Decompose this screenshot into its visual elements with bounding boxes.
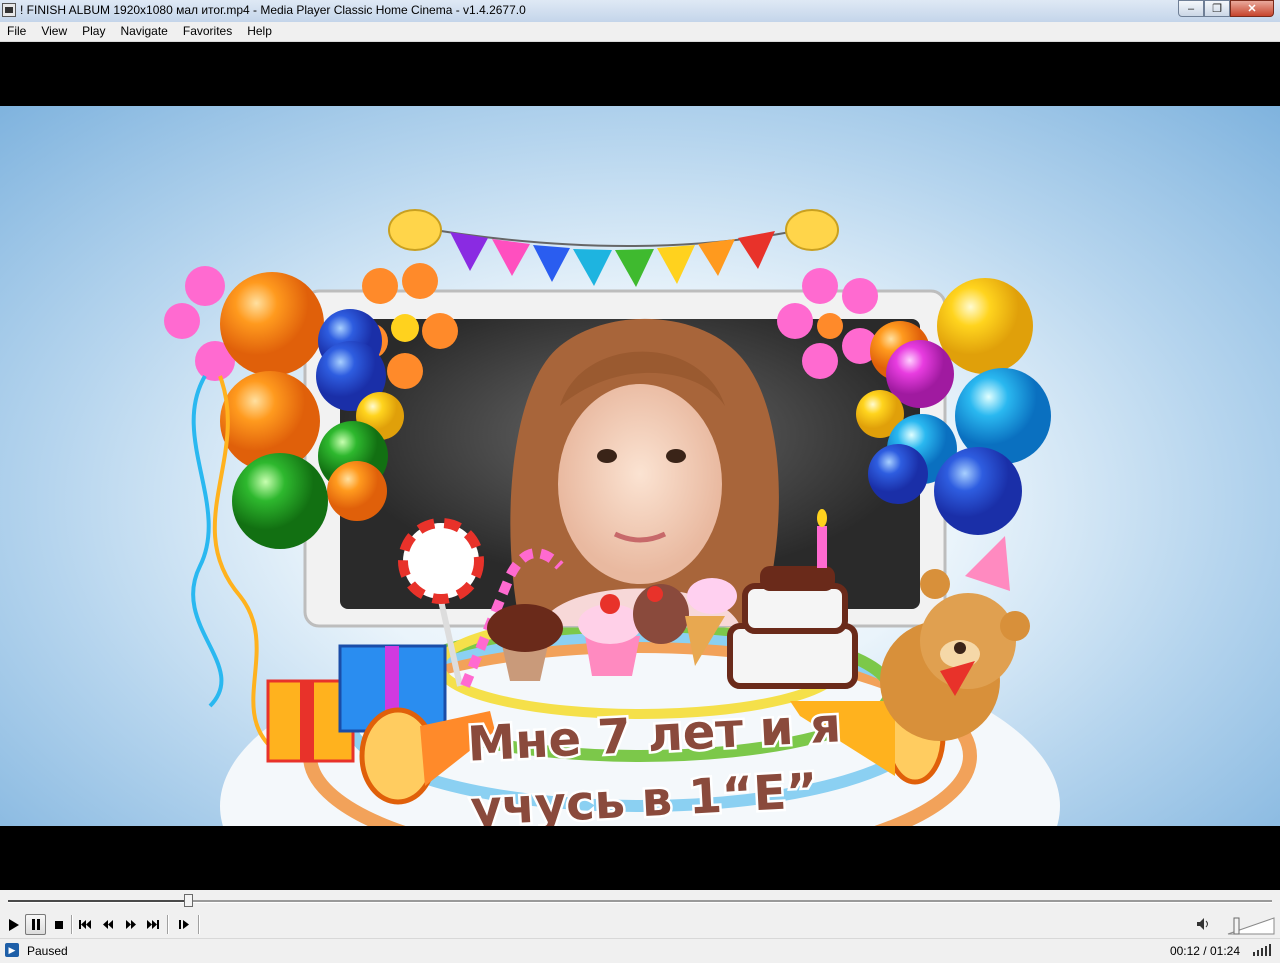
skip-next-icon xyxy=(146,920,159,929)
volume-button[interactable] xyxy=(1196,917,1210,931)
fast-forward-icon xyxy=(125,920,136,929)
title-bar[interactable]: ! FINISH ALBUM 1920x1080 мал итог.mp4 - … xyxy=(0,0,1280,23)
fast-forward-button[interactable] xyxy=(120,914,141,935)
player-status-icon: ▶ xyxy=(5,943,19,957)
close-button[interactable]: ✕ xyxy=(1230,0,1274,17)
rewind-button[interactable] xyxy=(97,914,118,935)
menu-play[interactable]: Play xyxy=(75,22,113,41)
maximize-button[interactable]: ❐ xyxy=(1204,0,1230,17)
play-button[interactable] xyxy=(3,914,24,935)
window-controls: ‒ ❐ ✕ xyxy=(1178,0,1274,18)
seek-bar[interactable] xyxy=(0,890,1280,911)
app-icon[interactable] xyxy=(2,3,16,17)
pause-button[interactable] xyxy=(25,914,46,935)
frame-step-icon xyxy=(179,920,189,929)
separator xyxy=(198,915,200,934)
time-display[interactable]: 00:12 / 01:24 xyxy=(1170,944,1240,958)
window-title: ! FINISH ALBUM 1920x1080 мал итог.mp4 - … xyxy=(20,3,526,17)
previous-button[interactable] xyxy=(74,914,95,935)
menu-help[interactable]: Help xyxy=(240,22,280,41)
close-icon: ✕ xyxy=(1247,3,1257,15)
signal-icon xyxy=(1253,944,1271,956)
skip-previous-icon xyxy=(78,920,91,929)
menu-bar: File View Play Navigate Favorites Help xyxy=(0,22,1280,42)
pause-icon xyxy=(31,919,40,930)
video-frame: Мне 7 лет и я учусь в 1“Е” xyxy=(0,106,1280,826)
menu-favorites[interactable]: Favorites xyxy=(176,22,240,41)
status-bar: ▶ Paused 00:12 / 01:24 xyxy=(0,938,1280,963)
seek-track[interactable] xyxy=(8,900,1272,903)
minimize-icon: ‒ xyxy=(1187,2,1195,15)
next-button[interactable] xyxy=(142,914,163,935)
video-artwork: Мне 7 лет и я учусь в 1“Е” xyxy=(164,209,1060,826)
maximize-icon: ❐ xyxy=(1212,3,1222,15)
status-text: Paused xyxy=(27,944,68,958)
menu-view[interactable]: View xyxy=(34,22,75,41)
control-bar xyxy=(0,911,1280,938)
minimize-button[interactable]: ‒ xyxy=(1178,0,1204,17)
stop-icon xyxy=(54,920,63,929)
seek-progress xyxy=(8,900,189,902)
seek-thumb[interactable] xyxy=(183,894,193,907)
menu-file[interactable]: File xyxy=(0,22,34,41)
frame-step-button[interactable] xyxy=(174,914,195,935)
video-area[interactable]: Мне 7 лет и я учусь в 1“Е” xyxy=(0,42,1280,890)
volume-thumb[interactable] xyxy=(1233,917,1240,935)
stop-button[interactable] xyxy=(48,914,69,935)
play-icon xyxy=(8,918,19,931)
speaker-icon xyxy=(1197,918,1208,930)
separator xyxy=(71,915,73,934)
menu-navigate[interactable]: Navigate xyxy=(113,22,175,41)
volume-slider[interactable] xyxy=(1226,914,1276,936)
separator xyxy=(167,915,169,934)
rewind-icon xyxy=(102,920,113,929)
